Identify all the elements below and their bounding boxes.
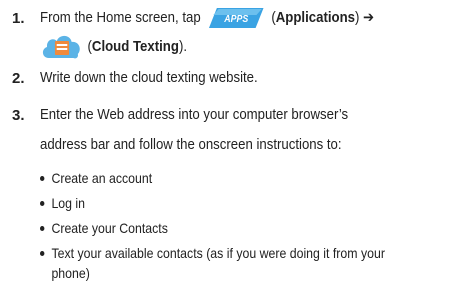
bullet-dot-icon <box>40 175 45 181</box>
bullet-item: Text your available contacts (as if you … <box>40 245 385 261</box>
step-text: From the Home screen, tap APPS (Applicat… <box>40 4 374 32</box>
apps-badge-icon: APPS <box>208 7 264 29</box>
cloud-close: ). <box>178 37 188 55</box>
bullet-text: Create an account <box>51 170 153 186</box>
step-1: 1. From the Home screen, tap APPS (Appli… <box>0 4 451 64</box>
bullet-continuation: phone) <box>51 265 90 281</box>
bullet-text: Log in <box>51 195 86 211</box>
arrow-icon: ➔ <box>363 9 375 26</box>
bullet-item: Create your Contacts <box>40 220 168 236</box>
step-number: 1. <box>12 10 25 27</box>
step-number: 2. <box>12 70 25 87</box>
cloud-texting-icon <box>42 35 80 59</box>
apps-badge-label: APPS <box>223 12 249 24</box>
bullet-dot-icon <box>40 250 45 256</box>
bullet-item: Create an account <box>40 170 152 186</box>
step-text: Write down the cloud texting website. <box>40 69 258 86</box>
step-text-line2: (Cloud Texting). <box>40 32 187 62</box>
bullet-item: Log in <box>40 195 85 211</box>
applications-close: ) <box>354 9 360 26</box>
step-text-line2: address bar and follow the onscreen inst… <box>40 136 342 153</box>
step-number: 3. <box>12 107 25 124</box>
cloud-texting-label: Cloud Texting <box>91 37 179 55</box>
bullet-dot-icon <box>40 200 45 206</box>
bullet-text: Create your Contacts <box>51 220 168 236</box>
step-1-pre: From the Home screen, tap <box>40 9 201 26</box>
step-2: 2. Write down the cloud texting website. <box>0 64 451 94</box>
applications-label: Applications <box>275 9 355 26</box>
bullet-dot-icon <box>40 225 45 231</box>
step-3: 3. Enter the Web address into your compu… <box>0 101 451 161</box>
bullet-text: Text your available contacts (as if you … <box>51 245 385 261</box>
step-text-line1: Enter the Web address into your computer… <box>40 106 349 123</box>
